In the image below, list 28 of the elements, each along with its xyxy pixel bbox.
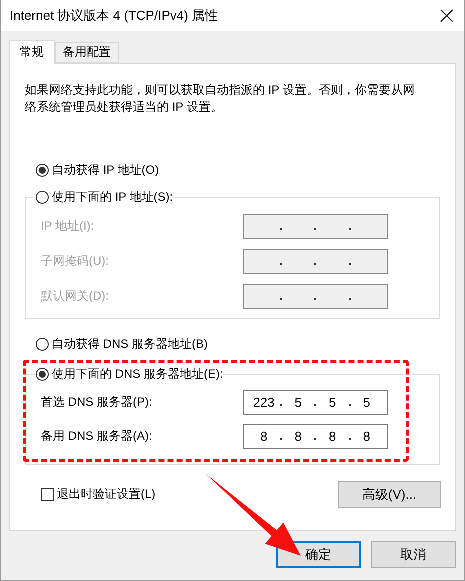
dialog-button[interactable]: 确定: [276, 541, 361, 568]
radio-option[interactable]: 自动获得 DNS 服务器地址(B): [36, 336, 208, 354]
advanced-button[interactable]: 高级(V)...: [338, 481, 441, 508]
radio-circle[interactable]: [36, 164, 49, 176]
radio-circle[interactable]: [36, 190, 49, 204]
radio-circle[interactable]: [36, 338, 49, 351]
radio-option[interactable]: 使用下面的 IP 地址(S):: [36, 188, 174, 206]
field-label: 子网掩码(U):: [41, 252, 109, 270]
description-text: 如果网络支持此功能，则可以获取自动指派的 IP 设置。否则，你需要从网络系统管理员处获得适当的 IP 设置。: [25, 82, 416, 116]
close-icon[interactable]: [440, 8, 454, 22]
field-label: IP 地址(I):: [41, 218, 94, 234]
ip-address-field[interactable]: 8 8 8 8: [243, 424, 388, 449]
checkbox-option[interactable]: 退出时验证设置(L): [41, 486, 156, 503]
dialog-button[interactable]: 取消: [371, 541, 456, 568]
ip-address-field[interactable]: [243, 214, 388, 238]
ip-address-field[interactable]: 223 5 5 5: [243, 390, 388, 415]
tab[interactable]: 备用配置: [55, 42, 119, 63]
ip-address-field[interactable]: [243, 284, 388, 308]
radio-circle[interactable]: [36, 368, 49, 380]
field-label: 首选 DNS 服务器(P):: [41, 394, 152, 411]
ip-address-field[interactable]: [243, 248, 388, 274]
field-label: 默认网关(D):: [41, 288, 109, 304]
field-label: 备用 DNS 服务器(A):: [41, 428, 152, 445]
radio-option[interactable]: 自动获得 IP 地址(O): [36, 161, 160, 179]
tab[interactable]: 常规: [9, 40, 55, 64]
window-title: Internet 协议版本 4 (TCP/IPv4) 属性: [10, 6, 218, 24]
checkbox[interactable]: [41, 488, 54, 501]
radio-option[interactable]: 使用下面的 DNS 服务器地址(E):: [36, 365, 224, 383]
